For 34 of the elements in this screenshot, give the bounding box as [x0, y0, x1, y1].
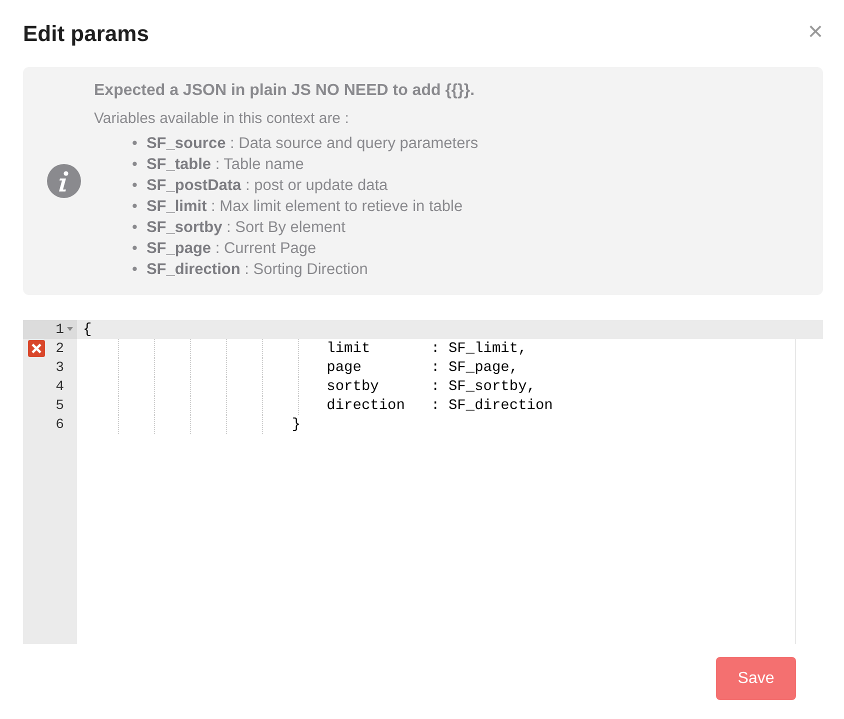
fold-icon[interactable] — [67, 327, 73, 331]
line-number: 4 — [56, 378, 64, 394]
bullet: • — [132, 218, 138, 238]
code-line: direction : SF_direction — [326, 398, 553, 414]
save-button[interactable]: Save — [716, 657, 796, 700]
bullet: • — [132, 239, 138, 259]
variable-item: SF_table : Table name — [146, 155, 304, 175]
info-heading: Expected a JSON in plain JS NO NEED to add {{}}. — [94, 82, 476, 100]
bullet: • — [132, 134, 138, 154]
variable-item: SF_source : Data source and query parameters — [146, 134, 478, 154]
bullet: • — [132, 176, 138, 196]
code-line: { — [82, 322, 92, 338]
code-editor[interactable]: 1 2 3 4 5 6 { limit : SF_limit, page : SF_page, sortby : SF_sortby, direction : SF_direction } — [23, 320, 823, 644]
info-icon — [47, 164, 81, 198]
variable-item: SF_limit : Max limit element to retieve in table — [146, 197, 463, 217]
dialog-title: Edit params — [23, 20, 149, 46]
variable-item: SF_sortby : Sort By element — [146, 218, 346, 238]
bullet: • — [132, 260, 138, 280]
code-line: page : SF_page, — [326, 360, 518, 376]
line-number: 3 — [56, 360, 64, 376]
info-intro: Variables available in this context are : — [94, 110, 350, 127]
bullet: • — [132, 155, 138, 175]
line-number: 6 — [56, 416, 64, 432]
variable-item: SF_page : Current Page — [146, 239, 316, 259]
code-line: limit : SF_limit, — [326, 340, 527, 356]
variable-item: SF_postData : post or update data — [146, 176, 388, 196]
line-number: 2 — [56, 340, 64, 356]
bullet: • — [132, 197, 138, 217]
line-number: 1 — [56, 322, 64, 338]
line-number: 5 — [56, 398, 64, 414]
variable-item: SF_direction : Sorting Direction — [146, 260, 368, 280]
close-button[interactable]: × — [808, 18, 823, 50]
code-line: } — [290, 416, 301, 432]
code-line: sortby : SF_sortby, — [326, 378, 536, 394]
